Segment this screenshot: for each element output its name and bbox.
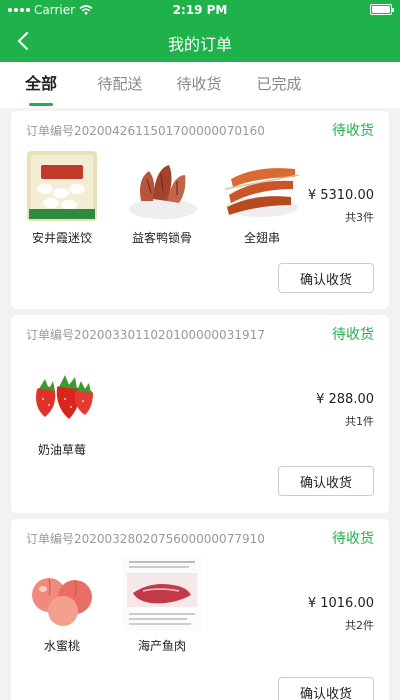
confirm-receipt-button[interactable]: 确认收货 <box>278 677 374 700</box>
order-amount: ¥ 1016.00 <box>307 596 374 611</box>
nav-bar: 我的订单 <box>0 24 400 60</box>
product-name: 安井霞迷饺 <box>31 231 92 245</box>
product-name: 水蜜桃 <box>43 639 80 653</box>
order-tabs: 全部 待配送 待收货 已完成 <box>0 62 400 108</box>
page-title: 我的订单 <box>167 35 232 54</box>
product-list: 安井霞迷饺 益客鸭锁骨 全翅串 <box>23 149 301 249</box>
order-status: 待收货 <box>332 531 374 547</box>
product-image-fish-meat <box>123 557 201 631</box>
order-amount: ¥ 288.00 <box>316 392 374 407</box>
order-card[interactable]: 订单编号2020032802075600000077910 待收货 水蜜桃 海产… <box>11 519 389 700</box>
order-list: 订单编号2020042611501700000070160 待收货 安井霞迷饺 <box>0 108 400 700</box>
product-name: 全翅串 <box>243 231 280 245</box>
order-card[interactable]: 订单编号2020033011020100000031917 待收货 奶油草莓 ¥… <box>11 315 389 513</box>
order-card[interactable]: 订单编号2020042611501700000070160 待收货 安井霞迷饺 <box>11 111 389 309</box>
app-header: Carrier 2:19 PM 我的订单 <box>0 0 400 62</box>
confirm-receipt-button[interactable]: 确认收货 <box>278 263 374 293</box>
product-image-wing-skewers <box>223 149 301 223</box>
order-number: 订单编号2020032802075600000077910 <box>26 532 265 546</box>
product-item[interactable]: 益客鸭锁骨 <box>123 149 201 249</box>
tab-pending-delivery[interactable]: 待配送 <box>82 62 158 108</box>
item-count: 共2件 <box>345 619 374 632</box>
product-image-strawberries <box>23 367 101 427</box>
status-time: 2:19 PM <box>172 3 228 17</box>
tab-all[interactable]: 全部 <box>0 62 82 108</box>
order-number: 订单编号2020033011020100000031917 <box>26 328 265 342</box>
product-image-duck-bones <box>123 149 201 223</box>
product-image-dumplings <box>23 149 101 223</box>
product-item[interactable]: 海产鱼肉 <box>123 557 201 657</box>
tab-pending-receipt[interactable]: 待收货 <box>158 62 240 108</box>
order-amount: ¥ 5310.00 <box>307 188 374 203</box>
product-list: 奶油草莓 <box>23 353 101 457</box>
order-status: 待收货 <box>332 123 374 139</box>
status-bar: Carrier 2:19 PM <box>0 0 400 20</box>
item-count: 共1件 <box>345 415 374 428</box>
product-name: 奶油草莓 <box>37 443 86 457</box>
product-name: 益客鸭锁骨 <box>131 231 192 245</box>
item-count: 共3件 <box>345 211 374 224</box>
product-list: 水蜜桃 海产鱼肉 <box>23 557 201 657</box>
product-image-peaches <box>23 557 101 631</box>
product-item[interactable]: 奶油草莓 <box>23 367 101 457</box>
product-item[interactable]: 安井霞迷饺 <box>23 149 101 249</box>
product-name: 海产鱼肉 <box>137 639 186 653</box>
order-status: 待收货 <box>332 327 374 343</box>
confirm-receipt-button[interactable]: 确认收货 <box>278 466 374 496</box>
product-item[interactable]: 全翅串 <box>223 149 301 249</box>
product-item[interactable]: 水蜜桃 <box>23 557 101 657</box>
battery-icon <box>370 4 394 15</box>
order-number: 订单编号2020042611501700000070160 <box>26 124 265 138</box>
tab-completed[interactable]: 已完成 <box>240 62 318 108</box>
